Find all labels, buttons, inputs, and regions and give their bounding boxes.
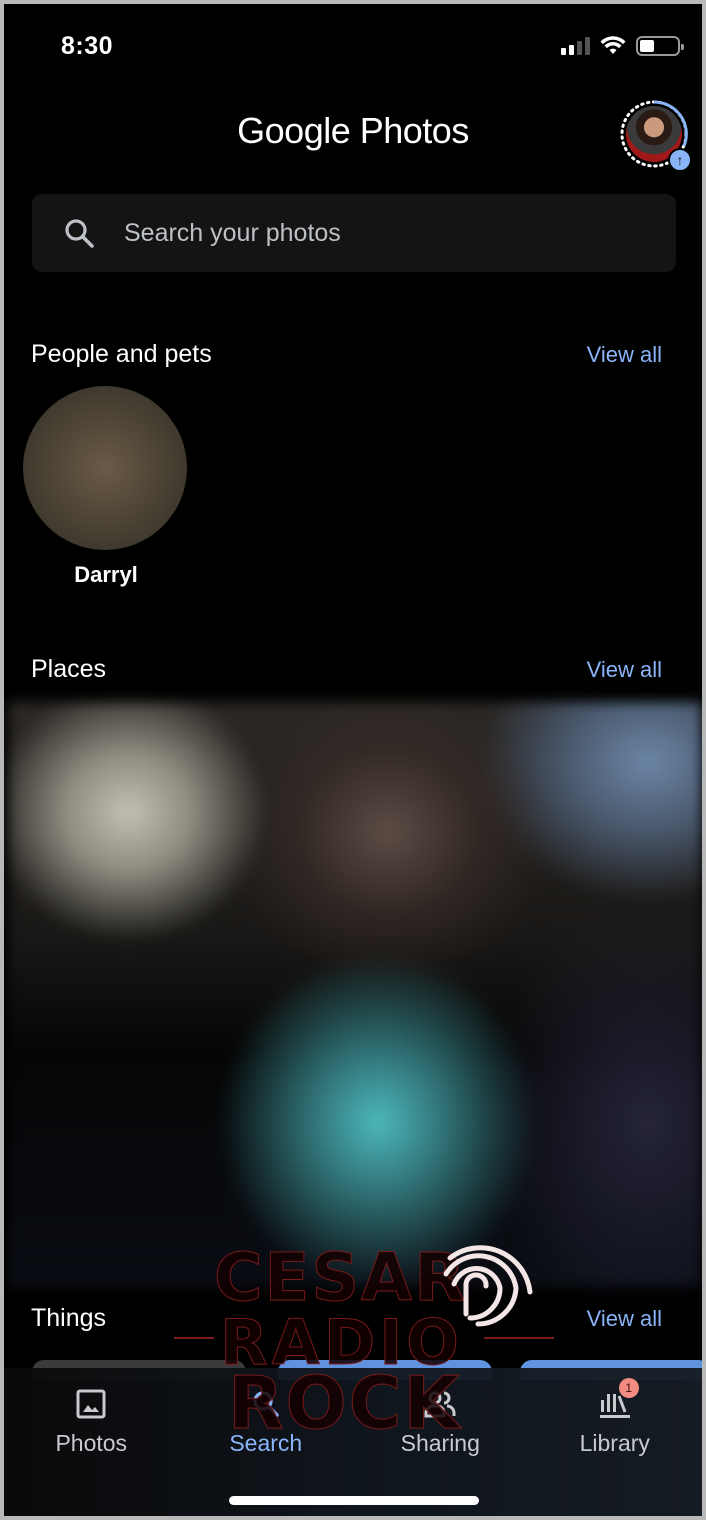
places-section-header: Places View all bbox=[31, 655, 662, 684]
search-bar[interactable] bbox=[32, 194, 676, 272]
people-section-title: People and pets bbox=[31, 340, 212, 368]
nav-search-label: Search bbox=[229, 1430, 303, 1456]
search-icon bbox=[246, 1384, 286, 1424]
people-view-all-link[interactable]: View all bbox=[587, 342, 662, 368]
person-name: Darryl bbox=[74, 562, 138, 587]
search-icon bbox=[65, 219, 94, 248]
app-title-google: Google bbox=[237, 110, 351, 151]
things-section-header: Things View all bbox=[31, 1304, 662, 1333]
nav-library[interactable]: 1 Library bbox=[528, 1368, 703, 1516]
person-face-thumbnail bbox=[23, 386, 187, 550]
places-view-all-link[interactable]: View all bbox=[587, 657, 662, 683]
nav-photos[interactable]: Photos bbox=[4, 1368, 179, 1516]
library-notification-badge: 1 bbox=[618, 1378, 639, 1398]
things-view-all-link[interactable]: View all bbox=[587, 1306, 662, 1332]
things-section-title: Things bbox=[31, 1304, 107, 1332]
nav-library-label: Library bbox=[579, 1430, 650, 1456]
battery-icon bbox=[636, 36, 684, 56]
account-button[interactable]: ↑ bbox=[618, 98, 692, 172]
status-time: 8:30 bbox=[61, 32, 114, 60]
nav-sharing-label: Sharing bbox=[400, 1430, 480, 1456]
phone-screen: 8:30 Google Photos ↑ People and pets bbox=[4, 4, 702, 1516]
app-title: Google Photos bbox=[4, 110, 702, 152]
bottom-nav: Photos Search Sharing 1 Library bbox=[4, 1368, 702, 1516]
nav-photos-label: Photos bbox=[55, 1430, 128, 1456]
person-card[interactable]: Darryl bbox=[23, 386, 189, 588]
app-title-photos: Photos bbox=[350, 110, 470, 151]
signal-icon bbox=[561, 37, 590, 55]
arrow-up-icon: ↑ bbox=[668, 148, 692, 172]
home-indicator[interactable] bbox=[229, 1496, 479, 1505]
wifi-icon bbox=[600, 36, 626, 54]
places-section-title: Places bbox=[31, 655, 107, 683]
search-input[interactable] bbox=[124, 218, 584, 248]
nav-search[interactable]: Search bbox=[179, 1368, 354, 1516]
status-icons bbox=[561, 36, 684, 56]
people-icon bbox=[420, 1384, 460, 1424]
nav-sharing[interactable]: Sharing bbox=[353, 1368, 528, 1516]
library-icon: 1 bbox=[595, 1378, 639, 1424]
people-section-header: People and pets View all bbox=[31, 340, 662, 369]
photo-icon bbox=[71, 1384, 111, 1424]
places-thumbnail[interactable] bbox=[8, 702, 702, 1287]
